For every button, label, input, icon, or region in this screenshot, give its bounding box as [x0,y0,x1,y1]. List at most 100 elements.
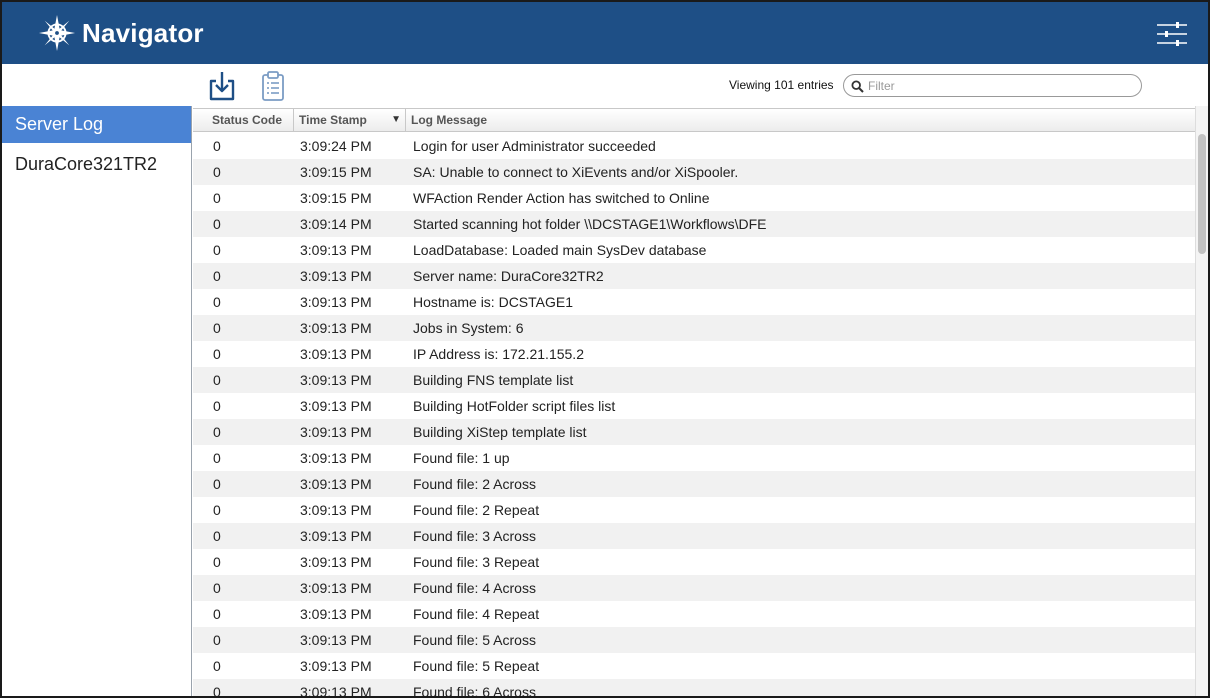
settings-button[interactable] [1156,20,1188,48]
table-row[interactable]: 0 3:09:13 PM Building HotFolder script fil… [193,393,1195,419]
cell-status-code: 0 [213,294,221,310]
table-row[interactable]: 0 3:09:13 PM LoadDatabase: Loaded main Sys… [193,237,1195,263]
cell-time-stamp: 3:09:13 PM [300,658,372,674]
cell-time-stamp: 3:09:13 PM [300,242,372,258]
table-row[interactable]: 0 3:09:13 PM Jobs in System: 6 [193,315,1195,341]
table-row[interactable]: 0 3:09:13 PM Hostname is: DCSTAGE1 [193,289,1195,315]
app-title: Navigator [82,17,204,48]
table-header: Status Code Time Stamp ▼ Log Message [193,108,1195,132]
cell-time-stamp: 3:09:13 PM [300,294,372,310]
sidebar-item-server-log[interactable]: Server Log [2,106,191,143]
column-header-time-stamp[interactable]: Time Stamp ▼ [294,109,406,131]
cell-time-stamp: 3:09:13 PM [300,528,372,544]
table-row[interactable]: 0 3:09:13 PM IP Address is: 172.21.155.2 [193,341,1195,367]
cell-status-code: 0 [213,658,221,674]
toolbar: Viewing 101 entries [2,64,1208,106]
table-row[interactable]: 0 3:09:13 PM Server name: DuraCore32TR2 [193,263,1195,289]
cell-time-stamp: 3:09:13 PM [300,372,372,388]
scroll-thumb[interactable] [1198,134,1206,254]
sidebar-item-label: Server Log [15,114,104,134]
cell-time-stamp: 3:09:13 PM [300,320,372,336]
cell-log-message: Found file: 1 up [413,450,510,466]
cell-log-message: LoadDatabase: Loaded main SysDev databas… [413,242,707,258]
cell-time-stamp: 3:09:13 PM [300,476,372,492]
app-header: Navigator [2,2,1208,64]
table-row[interactable]: 0 3:09:13 PM Found file: 5 Across [193,627,1195,653]
cell-log-message: Found file: 4 Repeat [413,606,540,622]
table-row[interactable]: 0 3:09:13 PM Found file: 2 Across [193,471,1195,497]
table-row[interactable]: 0 3:09:15 PM SA: Unable to connect to XiEv… [193,159,1195,185]
vertical-scrollbar[interactable] [1195,106,1208,696]
search-icon [851,80,864,93]
cell-status-code: 0 [213,138,221,154]
cell-status-code: 0 [213,554,221,570]
table-row[interactable]: 0 3:09:13 PM Found file: 3 Across [193,523,1195,549]
cell-time-stamp: 3:09:13 PM [300,424,372,440]
cell-log-message: Building HotFolder script files list [413,398,616,414]
cell-log-message: IP Address is: 172.21.155.2 [413,346,584,362]
filter-input[interactable] [868,77,1128,95]
cell-status-code: 0 [213,372,221,388]
cell-status-code: 0 [213,476,221,492]
sidebar-item-duracore321tr2[interactable]: DuraCore321TR2 [2,145,191,183]
filter-box[interactable] [843,74,1142,97]
cell-status-code: 0 [213,502,221,518]
entry-count: 101 [774,78,795,92]
clipboard-button[interactable] [258,70,288,102]
sidebar: Server Log DuraCore321TR2 [2,106,192,696]
table-row[interactable]: 0 3:09:24 PM Login for user Administrator … [193,133,1195,159]
cell-status-code: 0 [213,164,221,180]
cell-status-code: 0 [213,242,221,258]
cell-time-stamp: 3:09:15 PM [300,190,372,206]
cell-status-code: 0 [213,424,221,440]
table-row[interactable]: 0 3:09:13 PM Building XiStep template list [193,419,1195,445]
cell-log-message: Jobs in System: 6 [413,320,524,336]
cell-status-code: 0 [213,528,221,544]
cell-log-message: Server name: DuraCore32TR2 [413,268,604,284]
cell-time-stamp: 3:09:13 PM [300,502,372,518]
cell-time-stamp: 3:09:13 PM [300,346,372,362]
table-row[interactable]: 0 3:09:15 PM WFAction Render Action has sw… [193,185,1195,211]
cell-log-message: Found file: 2 Across [413,476,536,492]
table-row[interactable]: 0 3:09:13 PM Building FNS template list [193,367,1195,393]
table-row[interactable]: 0 3:09:13 PM Found file: 6 Across [193,679,1195,698]
cell-time-stamp: 3:09:13 PM [300,632,372,648]
cell-time-stamp: 3:09:13 PM [300,554,372,570]
cell-time-stamp: 3:09:24 PM [300,138,372,154]
table-row[interactable]: 0 3:09:13 PM Found file: 4 Across [193,575,1195,601]
cell-status-code: 0 [213,450,221,466]
table-row[interactable]: 0 3:09:13 PM Found file: 2 Repeat [193,497,1195,523]
entry-count-label: Viewing 101 entries [729,78,834,92]
compass-rose-icon [38,14,76,52]
table-row[interactable]: 0 3:09:13 PM Found file: 3 Repeat [193,549,1195,575]
table-row[interactable]: 0 3:09:13 PM Found file: 1 up [193,445,1195,471]
cell-time-stamp: 3:09:13 PM [300,580,372,596]
column-header-log-message[interactable]: Log Message [406,109,1195,131]
cell-time-stamp: 3:09:13 PM [300,450,372,466]
table-row[interactable]: 0 3:09:13 PM Found file: 5 Repeat [193,653,1195,679]
cell-status-code: 0 [213,580,221,596]
cell-log-message: SA: Unable to connect to XiEvents and/or… [413,164,739,180]
download-icon [209,72,235,101]
cell-log-message: Login for user Administrator succeeded [413,138,656,154]
table-row[interactable]: 0 3:09:14 PM Started scanning hot folder \… [193,211,1195,237]
cell-time-stamp: 3:09:13 PM [300,606,372,622]
cell-time-stamp: 3:09:13 PM [300,398,372,414]
sidebar-item-label: DuraCore321TR2 [15,154,158,174]
brand[interactable]: Navigator [38,14,204,52]
table-body: 0 3:09:24 PM Login for user Administrator … [193,133,1195,698]
cell-log-message: Started scanning hot folder \\DCSTAGE1\W… [413,216,767,232]
cell-time-stamp: 3:09:13 PM [300,268,372,284]
table-row[interactable]: 0 3:09:13 PM Found file: 4 Repeat [193,601,1195,627]
sliders-icon [1157,22,1187,46]
cell-log-message: Found file: 3 Repeat [413,554,540,570]
cell-log-message: Found file: 4 Across [413,580,536,596]
cell-time-stamp: 3:09:15 PM [300,164,372,180]
cell-status-code: 0 [213,190,221,206]
cell-log-message: Found file: 6 Across [413,684,536,698]
download-button[interactable] [207,70,237,102]
cell-status-code: 0 [213,606,221,622]
column-header-status-code[interactable]: Status Code [207,109,294,131]
cell-status-code: 0 [213,346,221,362]
cell-status-code: 0 [213,268,221,284]
